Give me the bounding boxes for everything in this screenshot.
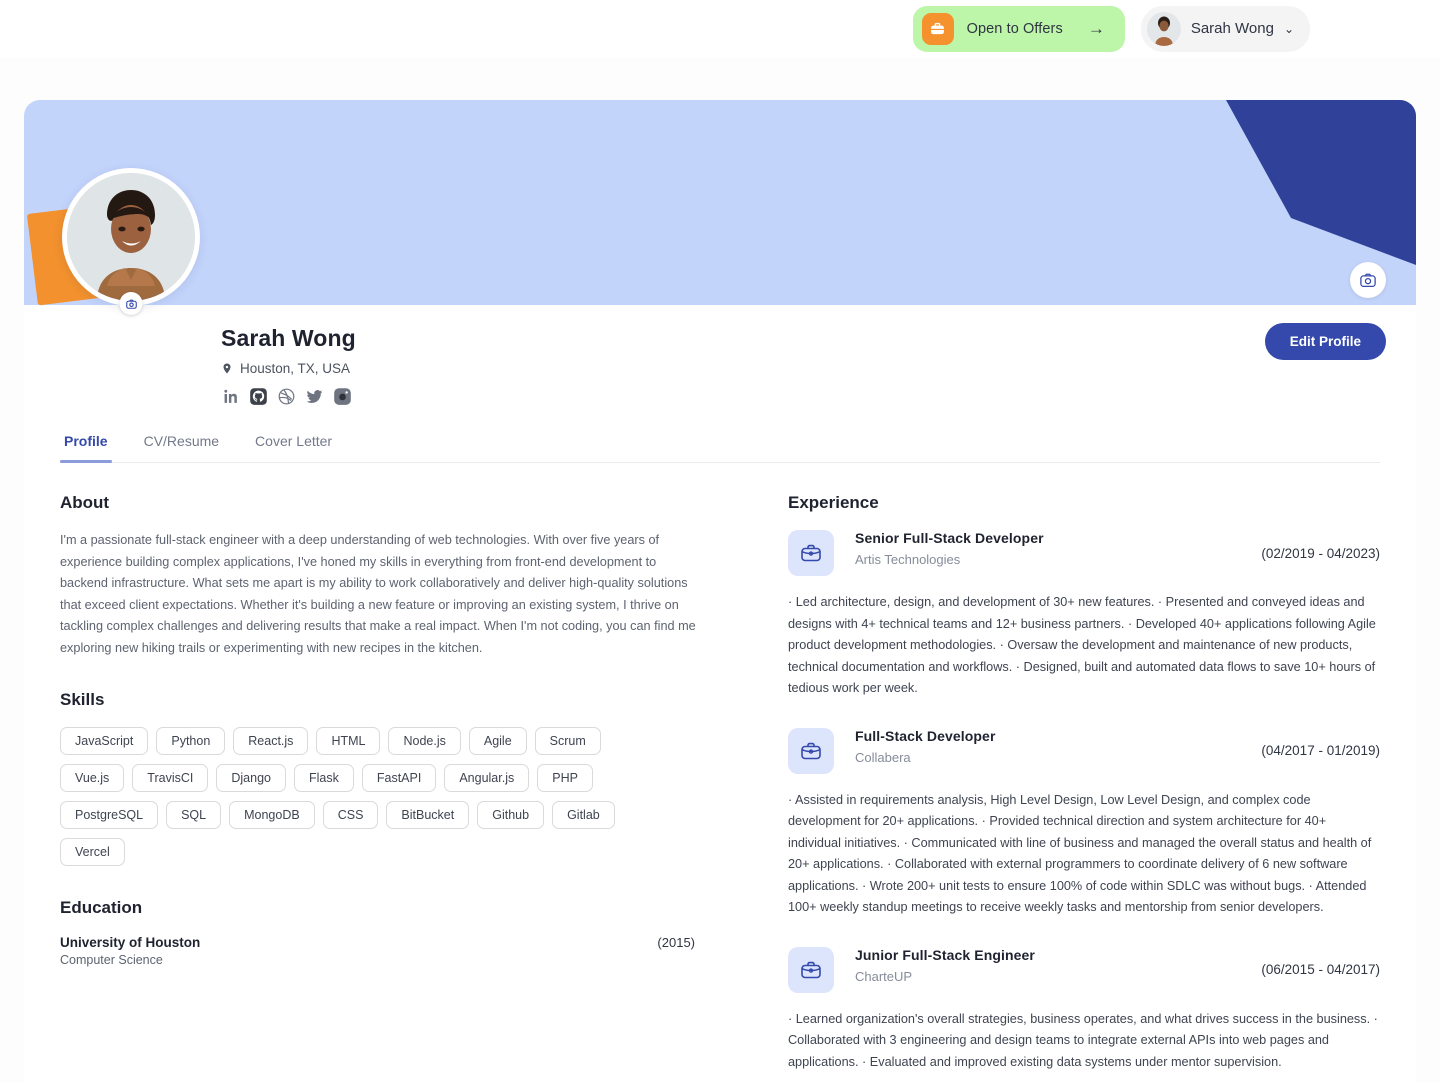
about-heading: About (60, 493, 110, 512)
avatar (1146, 11, 1181, 46)
edit-profile-button[interactable]: Edit Profile (1264, 323, 1386, 360)
experience-role: Senior Full-Stack Developer (855, 530, 1044, 546)
top-bar: Open to Offers → Sarah Wong ⌄ (0, 0, 1440, 57)
dribbble-icon[interactable] (277, 387, 296, 406)
experience-item: Junior Full-Stack Engineer CharteUP (06/20… (788, 946, 1380, 1074)
skill-tag[interactable]: FastAPI (361, 764, 437, 792)
page-title: Sarah Wong (221, 325, 356, 351)
profile-tabs: Profile CV/Resume Cover Letter (60, 425, 1380, 463)
skills-heading: Skills (60, 690, 105, 709)
experience-description: · Assisted in requirements analysis, Hig… (788, 792, 1372, 915)
skill-tag[interactable]: Github (477, 801, 545, 829)
skill-tag[interactable]: JavaScript (60, 727, 149, 755)
education-major: Computer Science (60, 953, 163, 967)
banner-decoration (1226, 100, 1416, 265)
skill-tag[interactable]: PHP (537, 764, 593, 792)
experience-role: Junior Full-Stack Engineer (855, 946, 1035, 963)
experience-role: Full-Stack Developer (855, 727, 996, 744)
experience-dates: (02/2019 - 04/2023) (1261, 545, 1380, 561)
instagram-icon[interactable] (333, 387, 352, 406)
skill-tag[interactable]: Flask (293, 764, 354, 792)
education-heading: Education (60, 898, 143, 917)
skill-tag[interactable]: Agile (468, 727, 527, 755)
experience-company: CharteUP (855, 968, 913, 984)
briefcase-icon (788, 946, 834, 993)
experience-description: · Learned organization's overall strateg… (788, 1011, 1378, 1069)
skill-tag[interactable]: Gitlab (552, 801, 615, 829)
education-list: University of Houston Computer Science (20… (60, 935, 700, 967)
skill-tag[interactable]: Vercel (60, 838, 125, 866)
skill-tag[interactable]: PostgreSQL (60, 801, 159, 829)
tab-profile[interactable]: Profile (60, 425, 112, 463)
skill-tag[interactable]: React.js (233, 727, 309, 755)
user-menu-button[interactable]: Sarah Wong ⌄ (1140, 5, 1310, 52)
arrow-right-icon: → (1087, 19, 1105, 38)
experience-company: Collabera (855, 749, 911, 765)
education-year: (2015) (657, 935, 695, 950)
skill-tag[interactable]: BitBucket (386, 801, 470, 829)
education-item: University of Houston Computer Science (20… (60, 935, 695, 967)
identity-row: Sarah Wong Houston, TX, USA Edit Profile (24, 168, 1416, 425)
avatar-image (67, 173, 195, 301)
camera-icon (1360, 273, 1376, 288)
open-to-offers-label: Open to Offers (966, 20, 1063, 37)
twitter-icon[interactable] (305, 387, 324, 406)
chevron-down-icon: ⌄ (1283, 21, 1294, 36)
skill-tag[interactable]: Angular.js (444, 764, 530, 792)
banner-camera-button[interactable] (1350, 262, 1386, 298)
left-column: About I'm a passionate full-stack engine… (60, 463, 700, 1083)
experience-dates: (06/2015 - 04/2017) (1261, 962, 1380, 977)
user-name-label: Sarah Wong (1190, 20, 1274, 37)
location-label: Houston, TX, USA (240, 361, 351, 376)
experience-company: Artis Technologies (855, 552, 961, 567)
camera-icon (125, 299, 137, 309)
profile-banner (24, 100, 1416, 305)
about-text: I'm a passionate full-stack engineer wit… (60, 533, 696, 655)
experience-item: Full-Stack Developer Collabera (04/2017 - … (788, 727, 1380, 919)
open-to-offers-button[interactable]: Open to Offers → (912, 5, 1125, 52)
right-column: Experience Senior Full-Stack Developer Ar… (732, 463, 1380, 1083)
skill-tag[interactable]: Scrum (534, 727, 601, 755)
skills-list: JavaScript Python React.js HTML Node.js Agile… (60, 727, 670, 866)
skill-tag[interactable]: CSS (322, 801, 379, 829)
content-columns: About I'm a passionate full-stack engine… (24, 463, 1416, 1083)
skill-tag[interactable]: Vue.js (60, 764, 125, 792)
briefcase-icon (921, 12, 954, 45)
skill-tag[interactable]: MongoDB (229, 801, 315, 829)
skill-tag[interactable]: HTML (316, 727, 381, 755)
skill-tag[interactable]: Django (216, 764, 286, 792)
education-school: University of Houston (60, 935, 201, 950)
tab-cover-letter[interactable]: Cover Letter (251, 425, 336, 462)
briefcase-icon (801, 544, 821, 562)
profile-avatar[interactable] (62, 168, 200, 315)
experience-list: Senior Full-Stack Developer Artis Technol… (788, 530, 1380, 1073)
skill-tag[interactable]: Python (156, 727, 226, 755)
experience-description: · Led architecture, design, and developm… (788, 595, 1376, 695)
experience-dates: (04/2017 - 01/2019) (1261, 743, 1380, 758)
briefcase-icon (788, 530, 834, 576)
name-block: Sarah Wong Houston, TX, USA (221, 325, 356, 406)
map-pin-icon (223, 363, 231, 374)
skill-tag[interactable]: TravisCI (132, 764, 209, 792)
avatar-camera-button[interactable] (119, 292, 143, 315)
briefcase-icon (788, 727, 834, 774)
briefcase-icon (801, 961, 821, 978)
profile-card: Sarah Wong Houston, TX, USA Edit Profile… (24, 100, 1416, 1083)
linkedin-icon[interactable] (221, 387, 240, 406)
experience-heading: Experience (788, 493, 879, 512)
social-links (221, 387, 356, 406)
skill-tag[interactable]: Node.js (388, 727, 461, 755)
briefcase-icon (801, 742, 821, 759)
experience-item: Senior Full-Stack Developer Artis Technol… (788, 530, 1380, 700)
github-icon[interactable] (249, 387, 268, 406)
tab-cv-resume[interactable]: CV/Resume (140, 425, 223, 462)
profile-location: Houston, TX, USA (221, 361, 356, 376)
skill-tag[interactable]: SQL (166, 801, 222, 829)
